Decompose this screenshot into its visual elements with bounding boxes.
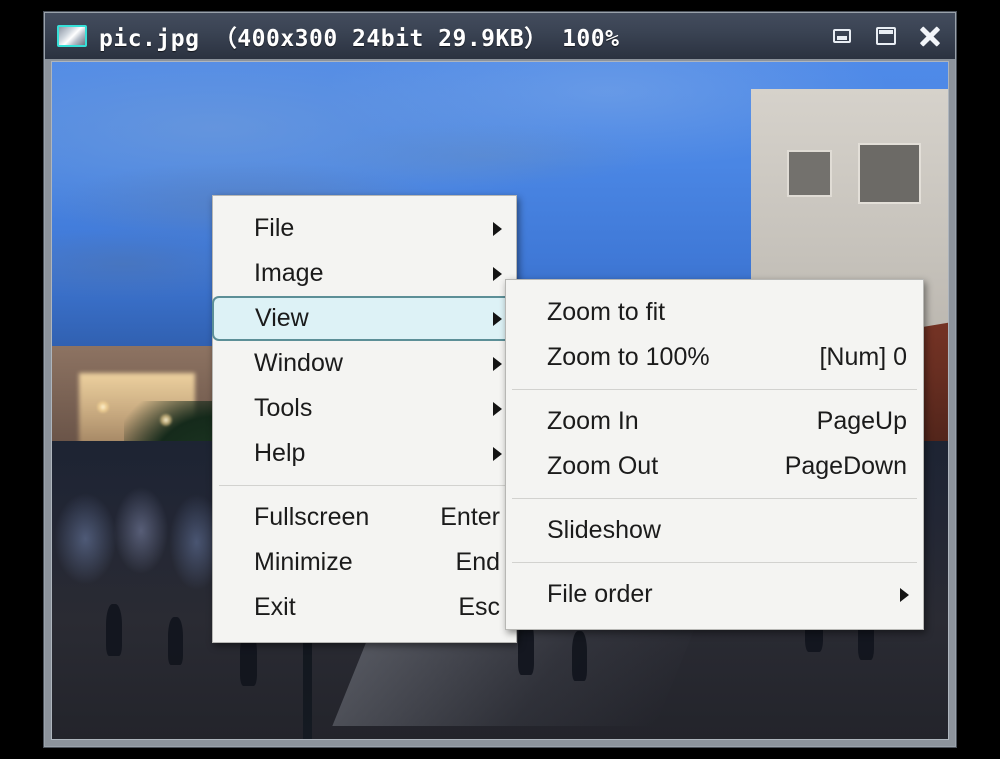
menu-item-label: Fullscreen <box>254 503 370 531</box>
view-submenu-group-4: File order <box>506 572 923 617</box>
chevron-right-icon <box>493 221 502 236</box>
submenu-item-file-order[interactable]: File order <box>506 572 923 617</box>
close-button[interactable] <box>915 21 945 51</box>
menu-item-image[interactable]: Image <box>213 251 516 296</box>
photo-person <box>168 617 184 666</box>
window-controls <box>827 13 945 59</box>
menu-separator <box>512 389 917 390</box>
menu-item-accelerator: Enter <box>440 503 500 531</box>
menu-item-label: Help <box>254 439 306 467</box>
photo-person <box>105 603 122 656</box>
minimize-icon <box>833 29 851 43</box>
menu-item-file[interactable]: File <box>213 206 516 251</box>
chevron-right-icon <box>493 446 502 461</box>
window-title: pic.jpg （400x300 24bit 29.9KB） 100% <box>99 26 620 52</box>
menu-separator <box>512 498 917 499</box>
desktop-background: pic.jpg （400x300 24bit 29.9KB） 100% File… <box>0 0 1000 759</box>
photo-window <box>858 143 922 205</box>
maximize-button[interactable] <box>871 21 901 51</box>
view-submenu-group-1: Zoom to fit Zoom to 100% [Num] 0 <box>506 290 923 380</box>
menu-separator <box>512 562 917 563</box>
menu-item-accelerator: [Num] 0 <box>819 343 907 371</box>
menu-item-label: View <box>255 304 309 332</box>
menu-item-label: File <box>254 214 295 242</box>
chevron-right-icon <box>900 587 909 602</box>
photo-street-lamp <box>96 400 109 413</box>
photo-person <box>571 630 587 681</box>
menu-item-accelerator: PageDown <box>784 452 907 480</box>
menu-item-label: Zoom to 100% <box>547 343 710 371</box>
image-viewer-window: pic.jpg （400x300 24bit 29.9KB） 100% File… <box>44 12 956 747</box>
menu-item-label: Zoom Out <box>547 452 659 480</box>
menu-item-label: Exit <box>254 593 296 621</box>
menu-item-view[interactable]: View <box>212 296 516 341</box>
menu-item-fullscreen[interactable]: Fullscreen Enter <box>213 495 516 540</box>
menu-item-exit[interactable]: Exit Esc <box>213 585 516 630</box>
photo-window <box>786 150 832 198</box>
chevron-right-icon <box>493 311 502 326</box>
maximize-icon <box>876 27 896 45</box>
menu-item-label: Minimize <box>254 548 353 576</box>
menu-item-window[interactable]: Window <box>213 341 516 386</box>
chevron-right-icon <box>493 266 502 281</box>
menu-item-label: Zoom In <box>547 407 639 435</box>
submenu-item-zoom-in[interactable]: Zoom In PageUp <box>506 399 923 444</box>
menu-item-label: Slideshow <box>547 516 661 544</box>
menu-separator <box>219 485 510 486</box>
view-submenu-group-2: Zoom In PageUp Zoom Out PageDown <box>506 399 923 489</box>
title-bar: pic.jpg （400x300 24bit 29.9KB） 100% <box>45 13 955 59</box>
context-menu-group-2: Fullscreen Enter Minimize End Exit Esc <box>213 495 516 630</box>
menu-item-label: Zoom to fit <box>547 298 666 326</box>
view-submenu-group-3: Slideshow <box>506 508 923 553</box>
submenu-item-zoom-to-fit[interactable]: Zoom to fit <box>506 290 923 335</box>
chevron-right-icon <box>493 356 502 371</box>
menu-item-tools[interactable]: Tools <box>213 386 516 431</box>
submenu-item-slideshow[interactable]: Slideshow <box>506 508 923 553</box>
view-submenu: Zoom to fit Zoom to 100% [Num] 0 Zoom In… <box>505 279 924 630</box>
menu-item-accelerator: Esc <box>458 593 500 621</box>
menu-item-accelerator: PageUp <box>816 407 907 435</box>
menu-item-label: Tools <box>254 394 313 422</box>
menu-item-accelerator: End <box>455 548 500 576</box>
submenu-item-zoom-out[interactable]: Zoom Out PageDown <box>506 444 923 489</box>
photo-street-lamp <box>159 414 172 427</box>
close-icon <box>918 24 942 48</box>
context-menu: File Image View Window Tools Help Fullsc… <box>212 195 517 643</box>
menu-item-minimize[interactable]: Minimize End <box>213 540 516 585</box>
menu-item-label: Image <box>254 259 324 287</box>
menu-item-help[interactable]: Help <box>213 431 516 476</box>
chevron-right-icon <box>493 401 502 416</box>
submenu-item-zoom-to-100[interactable]: Zoom to 100% [Num] 0 <box>506 335 923 380</box>
minimize-button[interactable] <box>827 21 857 51</box>
menu-item-label: Window <box>254 349 343 377</box>
image-viewer-icon <box>57 25 87 47</box>
menu-item-label: File order <box>547 580 653 608</box>
context-menu-group-1: File Image View Window Tools Help <box>212 206 516 476</box>
